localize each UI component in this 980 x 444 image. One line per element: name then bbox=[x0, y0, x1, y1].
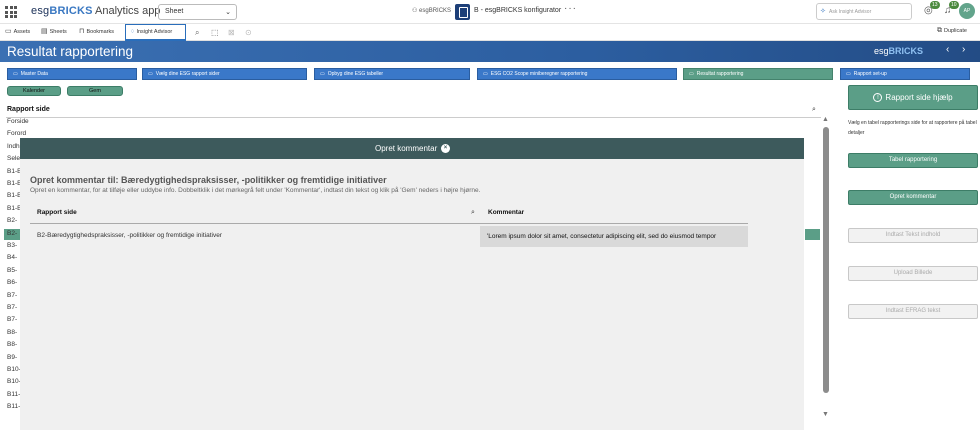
table-reporting-button[interactable]: Tabel rapportering bbox=[848, 153, 978, 168]
bookmark-icon: ⊓ bbox=[79, 28, 85, 35]
nav-choose-pages[interactable]: ▭ Vælg dine ESG rapport sider bbox=[142, 68, 307, 80]
sheet-icon: ▭ bbox=[483, 71, 488, 77]
lasso-select-icon[interactable]: ⬚ bbox=[211, 28, 219, 37]
list-item[interactable]: B8- bbox=[7, 341, 17, 353]
create-comment-button[interactable]: Opret kommentar bbox=[848, 190, 978, 205]
comment-dialog bbox=[20, 159, 804, 430]
app-name[interactable]: B - esgBRICKS konfigurator bbox=[474, 7, 561, 14]
clear-selections-icon[interactable]: ⊠ bbox=[228, 28, 235, 37]
nav-master-data[interactable]: ▭ Master Data bbox=[7, 68, 137, 80]
enter-text-button[interactable]: Indtast Tekst indhold bbox=[848, 228, 978, 243]
list-item[interactable]: B4- bbox=[7, 254, 17, 266]
nav-report-setup[interactable]: ▭ Rapport set-up bbox=[840, 68, 970, 80]
save-button[interactable]: Gem bbox=[67, 86, 123, 96]
chevron-down-icon: ⌄ bbox=[225, 9, 231, 16]
scroll-up-icon[interactable]: ▲ bbox=[822, 116, 829, 123]
sheets-button[interactable]: ▤ Sheets bbox=[41, 27, 67, 35]
list-item[interactable]: B7- bbox=[7, 292, 17, 304]
sheets-icon: ▤ bbox=[41, 28, 48, 35]
comment-table-header bbox=[30, 203, 748, 224]
selected-row-marker bbox=[805, 229, 820, 240]
search-icon[interactable]: ⌕ bbox=[471, 209, 475, 217]
list-item[interactable]: B6- bbox=[7, 279, 17, 291]
insight-advisor-button[interactable]: ♢ Insight Advisor bbox=[125, 24, 186, 41]
list-item[interactable]: B3- bbox=[7, 242, 17, 254]
nav-result-reporting[interactable]: ▭ Resultat rapportering bbox=[683, 68, 833, 80]
list-header: Rapport side bbox=[6, 104, 821, 118]
notification-badge: 10 bbox=[949, 1, 959, 9]
notification-badge: 13 bbox=[930, 1, 940, 9]
sheet-icon: ▭ bbox=[689, 71, 694, 77]
avatar[interactable]: AP bbox=[959, 3, 975, 19]
nav-co2-scope[interactable]: ▭ ESG CO2 Scope miniberegner rapportering bbox=[477, 68, 677, 80]
assets-icon: ▭ bbox=[5, 28, 12, 35]
insight-search-input[interactable]: Ask Insight Advisor bbox=[816, 3, 912, 20]
page-title: Resultat rapportering bbox=[7, 44, 134, 59]
column-header-page: Rapport side bbox=[37, 209, 77, 216]
people-icon: ⚇ bbox=[412, 8, 420, 14]
list-item[interactable]: B10- bbox=[7, 366, 21, 378]
sheet-icon: ▭ bbox=[13, 71, 18, 77]
dialog-heading: Opret kommentar til: Bæredygtighedspraks… bbox=[30, 175, 387, 185]
previous-sheet-icon[interactable]: ‹ bbox=[946, 44, 949, 55]
efrag-text-button[interactable]: Indtast EFRAG tekst bbox=[848, 304, 978, 319]
top-bar: esgBRICKS Analytics app Sheet ⌄ ⚇ esgBRIC… bbox=[0, 0, 980, 24]
calendar-button[interactable]: Kalender bbox=[7, 86, 61, 96]
sheet-icon: ▭ bbox=[846, 71, 851, 77]
help-text: Vælg en tabel rapporterings side for at … bbox=[848, 120, 977, 136]
list-item[interactable]: B7- bbox=[7, 316, 17, 328]
bookmarks-button[interactable]: ⊓ Bookmarks bbox=[79, 27, 114, 35]
table-cell-page: B2-Bæredygtighedspraksisser, -politikker… bbox=[37, 232, 222, 239]
comment-input[interactable]: 'Lorem ipsum dolor sit amet, consectetur… bbox=[480, 226, 748, 247]
dialog-instructions: Opret en kommentar, for at tilføje eller… bbox=[30, 187, 481, 194]
sheet-icon: ▭ bbox=[320, 71, 325, 77]
help-button[interactable]: ! Rapport side hjælp bbox=[848, 85, 978, 110]
list-item[interactable]: B2- bbox=[7, 217, 17, 229]
scroll-down-icon[interactable]: ▼ bbox=[822, 411, 829, 418]
step-forward-icon[interactable]: ⊙ bbox=[245, 28, 252, 37]
assets-button[interactable]: ▭ Assets bbox=[5, 27, 30, 35]
list-item[interactable]: B11- bbox=[7, 403, 20, 415]
list-item[interactable]: B5- bbox=[7, 267, 17, 279]
list-item[interactable]: B2- bbox=[7, 230, 17, 242]
app-grid-icon[interactable] bbox=[5, 6, 17, 18]
upload-image-button[interactable]: Upload Billede bbox=[848, 266, 978, 281]
app-icon bbox=[455, 4, 470, 20]
sheet-icon: ▭ bbox=[148, 71, 153, 77]
list-item[interactable]: B7- bbox=[7, 304, 17, 316]
list-item[interactable]: B11- bbox=[7, 391, 20, 403]
nav-build-tables[interactable]: ▭ Opbyg dine ESG tabeller bbox=[314, 68, 470, 80]
space-name: ⚇ esgBRICKS bbox=[412, 8, 452, 14]
toolbar: ▭ Assets ▤ Sheets ⊓ Bookmarks ♢ Insight Adv… bbox=[0, 24, 980, 41]
sheet-select[interactable]: Sheet ⌄ bbox=[158, 4, 237, 20]
app-label: Analytics app bbox=[95, 5, 161, 17]
dialog-title: Opret kommentar bbox=[375, 144, 438, 153]
column-header-comment: Kommentar bbox=[488, 209, 525, 216]
info-icon: ! bbox=[873, 93, 883, 102]
next-sheet-icon[interactable]: › bbox=[962, 44, 965, 55]
duplicate-icon: ⧉ bbox=[937, 27, 942, 34]
list-item[interactable]: Indh bbox=[7, 143, 20, 155]
list-item[interactable]: Sele bbox=[7, 155, 20, 167]
qlik-logo: esgBRICKS bbox=[31, 5, 93, 17]
scrollbar-thumb[interactable] bbox=[823, 127, 829, 393]
brand-logo: esgBRICKS bbox=[874, 46, 924, 56]
list-item[interactable]: B8- bbox=[7, 329, 17, 341]
search-icon[interactable]: ⌕ bbox=[812, 106, 816, 114]
duplicate-button[interactable]: ⧉ Duplicate bbox=[937, 27, 967, 35]
sheet-header: Resultat rapportering esgBRICKS ‹ › bbox=[0, 41, 980, 62]
close-icon[interactable]: × bbox=[441, 144, 450, 153]
list-item[interactable]: B9- bbox=[7, 354, 17, 366]
list-item[interactable]: B10- bbox=[7, 378, 21, 390]
smart-search-icon[interactable]: ⌕ bbox=[195, 28, 199, 38]
list-item[interactable]: Forside bbox=[7, 118, 29, 130]
more-options-icon[interactable]: ··· bbox=[564, 3, 577, 14]
